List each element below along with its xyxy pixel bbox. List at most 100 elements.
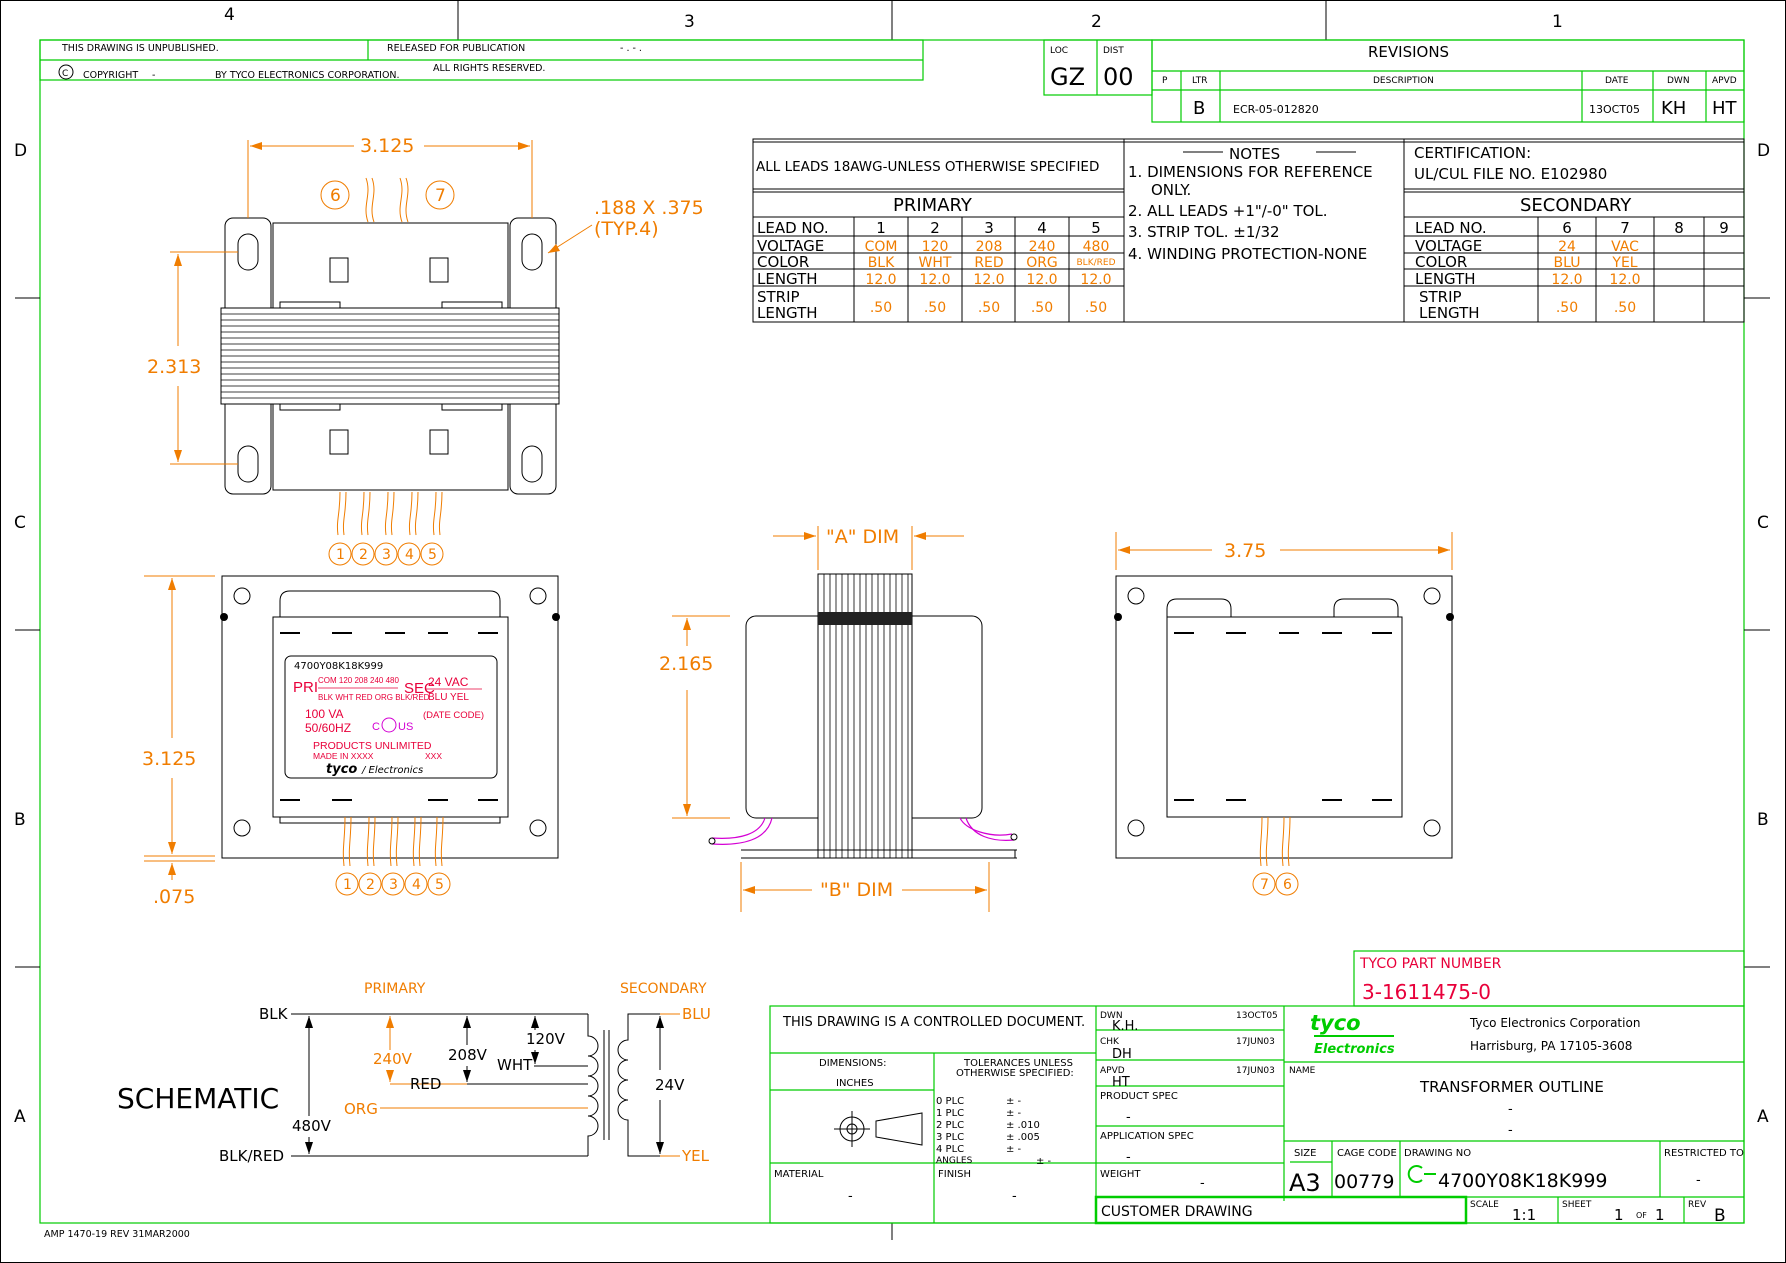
sec-strip-7: .50 [1614, 300, 1636, 316]
pri-voltage-5: 480 [1083, 239, 1110, 255]
dwn-value: K.H. [1112, 1019, 1138, 1034]
zone-3: 3 [684, 12, 695, 32]
sheet-total: 1 [1655, 1206, 1665, 1224]
pri-length-5: 12.0 [1080, 272, 1111, 288]
note-4: 4. WINDING PROTECTION-NONE [1128, 245, 1367, 263]
dim-height-2313: 2.313 [147, 356, 201, 378]
right-lead-7: 7 [1260, 877, 1269, 893]
copyright-text: COPYRIGHT [83, 70, 138, 81]
schematic-red: RED [410, 1075, 441, 1093]
front-lead-num-1: 1 [343, 877, 352, 893]
company-name: Tyco Electronics Corporation [1469, 1016, 1640, 1030]
schematic-blkred: BLK/RED [219, 1147, 284, 1165]
lead-table: ALL LEADS 18AWG-UNLESS OTHERWISE SPECIFI… [752, 138, 1745, 323]
dist-value: 00 [1103, 63, 1134, 91]
dim-base: .075 [153, 886, 195, 908]
plc-val-2: ± .010 [1006, 1120, 1040, 1131]
schematic-480v: 480V [292, 1117, 332, 1135]
zone-c-right: C [1757, 513, 1769, 533]
plc-val-0: ± - [1006, 1096, 1022, 1107]
pri-lead-3: 3 [984, 219, 994, 237]
size-value: A3 [1289, 1169, 1321, 1197]
sec-label-length: LENGTH [1415, 270, 1476, 288]
size-label: SIZE [1294, 1148, 1316, 1159]
name-dash-1: - [1508, 1102, 1513, 1117]
name-dash-2: - [1508, 1123, 1513, 1138]
note-2: 2. ALL LEADS +1"/-0" TOL. [1128, 202, 1328, 220]
sheet-value: 1 [1614, 1206, 1624, 1224]
right-lead-6: 6 [1283, 877, 1292, 893]
rev-date: 13OCT05 [1589, 103, 1640, 116]
top-lead-num-4: 4 [405, 547, 414, 563]
zone-2: 2 [1091, 12, 1102, 32]
product-spec-label: PRODUCT SPEC [1100, 1091, 1178, 1102]
pri-lead-2: 2 [930, 219, 940, 237]
schematic-24v: 24V [655, 1076, 685, 1094]
sec-label-strip-length: LENGTH [1419, 304, 1480, 322]
pri-color-1: BLK [868, 255, 895, 271]
top-lead-num-5: 5 [428, 547, 437, 563]
sec-label-color: COLOR [1415, 253, 1467, 271]
pri-color-2: WHT [919, 255, 952, 271]
pri-label-strip-length: LENGTH [757, 304, 818, 322]
cage-code-value: 00779 [1334, 1171, 1394, 1193]
electronics-logo: Electronics [1314, 1042, 1395, 1057]
sec-voltage-7: VAC [1611, 239, 1639, 255]
slot-hole [521, 233, 543, 271]
schematic-120v: 120V [526, 1030, 566, 1048]
front-lead-num-3: 3 [389, 877, 398, 893]
drawing-no-value: 4700Y08K18K999 [1438, 1170, 1608, 1192]
schematic-title: SCHEMATIC [117, 1082, 279, 1115]
schematic-primary: PRIMARY [364, 981, 426, 997]
plc-val-3: ± .005 [1006, 1132, 1040, 1143]
side-view: "A" DIM "B" DIM 2.165 [659, 526, 1018, 912]
label-part: 4700Y08K18K999 [294, 661, 383, 672]
right-view: 7 6 3.75 [1114, 532, 1454, 896]
secondary-title: SECONDARY [1520, 195, 1632, 216]
label-made-xxx: XXX [425, 751, 442, 761]
dim-side-height: 2.165 [659, 653, 713, 675]
pri-length-4: 12.0 [1026, 272, 1057, 288]
dim-b: "B" DIM [820, 879, 893, 901]
by-text: BY TYCO ELECTRONICS CORPORATION. [215, 70, 400, 81]
restricted-value: - [1696, 1173, 1701, 1188]
svg-text:C: C [62, 69, 68, 79]
weight-value: - [1200, 1176, 1205, 1191]
sec-length-6: 12.0 [1551, 272, 1582, 288]
pri-length-3: 12.0 [973, 272, 1004, 288]
ul-c: C [372, 721, 380, 733]
rights-text: ALL RIGHTS RESERVED. [433, 63, 545, 74]
schematic-secondary: SECONDARY [620, 981, 707, 997]
sec-lead-8: 8 [1674, 219, 1684, 237]
drawing-name: TRANSFORMER OUTLINE [1419, 1078, 1604, 1096]
pri-length-2: 12.0 [919, 272, 950, 288]
finish-value: - [1012, 1189, 1017, 1204]
name-label: NAME [1289, 1066, 1316, 1076]
schematic: SCHEMATIC PRIMARY SECONDARY BLK BLK/RED … [117, 981, 711, 1165]
schematic-yel: YEL [681, 1147, 710, 1165]
part-number-label: TYCO PART NUMBER [1359, 956, 1502, 972]
rev-dwn: KH [1661, 98, 1686, 119]
sec-voltage-6: 24 [1558, 239, 1576, 255]
plc-2: 2 PLC [936, 1120, 964, 1131]
zone-4: 4 [224, 5, 235, 25]
sec-length-7: 12.0 [1609, 272, 1640, 288]
pri-length-1: 12.0 [865, 272, 896, 288]
top-view: 6 7 1 2 3 4 5 3.125 .188 X .375 (TYP.4) [147, 135, 704, 566]
plc-val-4: ± - [1006, 1144, 1022, 1155]
dim-height-3125: 3.125 [142, 748, 196, 770]
front-lead-num-5: 5 [435, 877, 444, 893]
rev-value: B [1714, 1206, 1726, 1226]
certification-file: UL/CUL FILE NO. E102980 [1414, 165, 1607, 183]
rev-col-apvd: APVD [1712, 76, 1737, 86]
label-sec-voltage: 24 VAC [428, 675, 469, 689]
customer-drawing: CUSTOMER DRAWING [1101, 1204, 1253, 1220]
sec-color-6: BLU [1554, 255, 1581, 271]
chk-label: CHK [1100, 1037, 1120, 1047]
chk-date: 17JUN03 [1236, 1037, 1275, 1047]
copyright-dash: - [152, 70, 155, 81]
pri-color-4: ORG [1026, 255, 1058, 271]
label-sec-colors: BLU YEL [428, 692, 469, 703]
dim-a: "A" DIM [826, 526, 899, 548]
top-lead-6: 6 [330, 186, 341, 206]
